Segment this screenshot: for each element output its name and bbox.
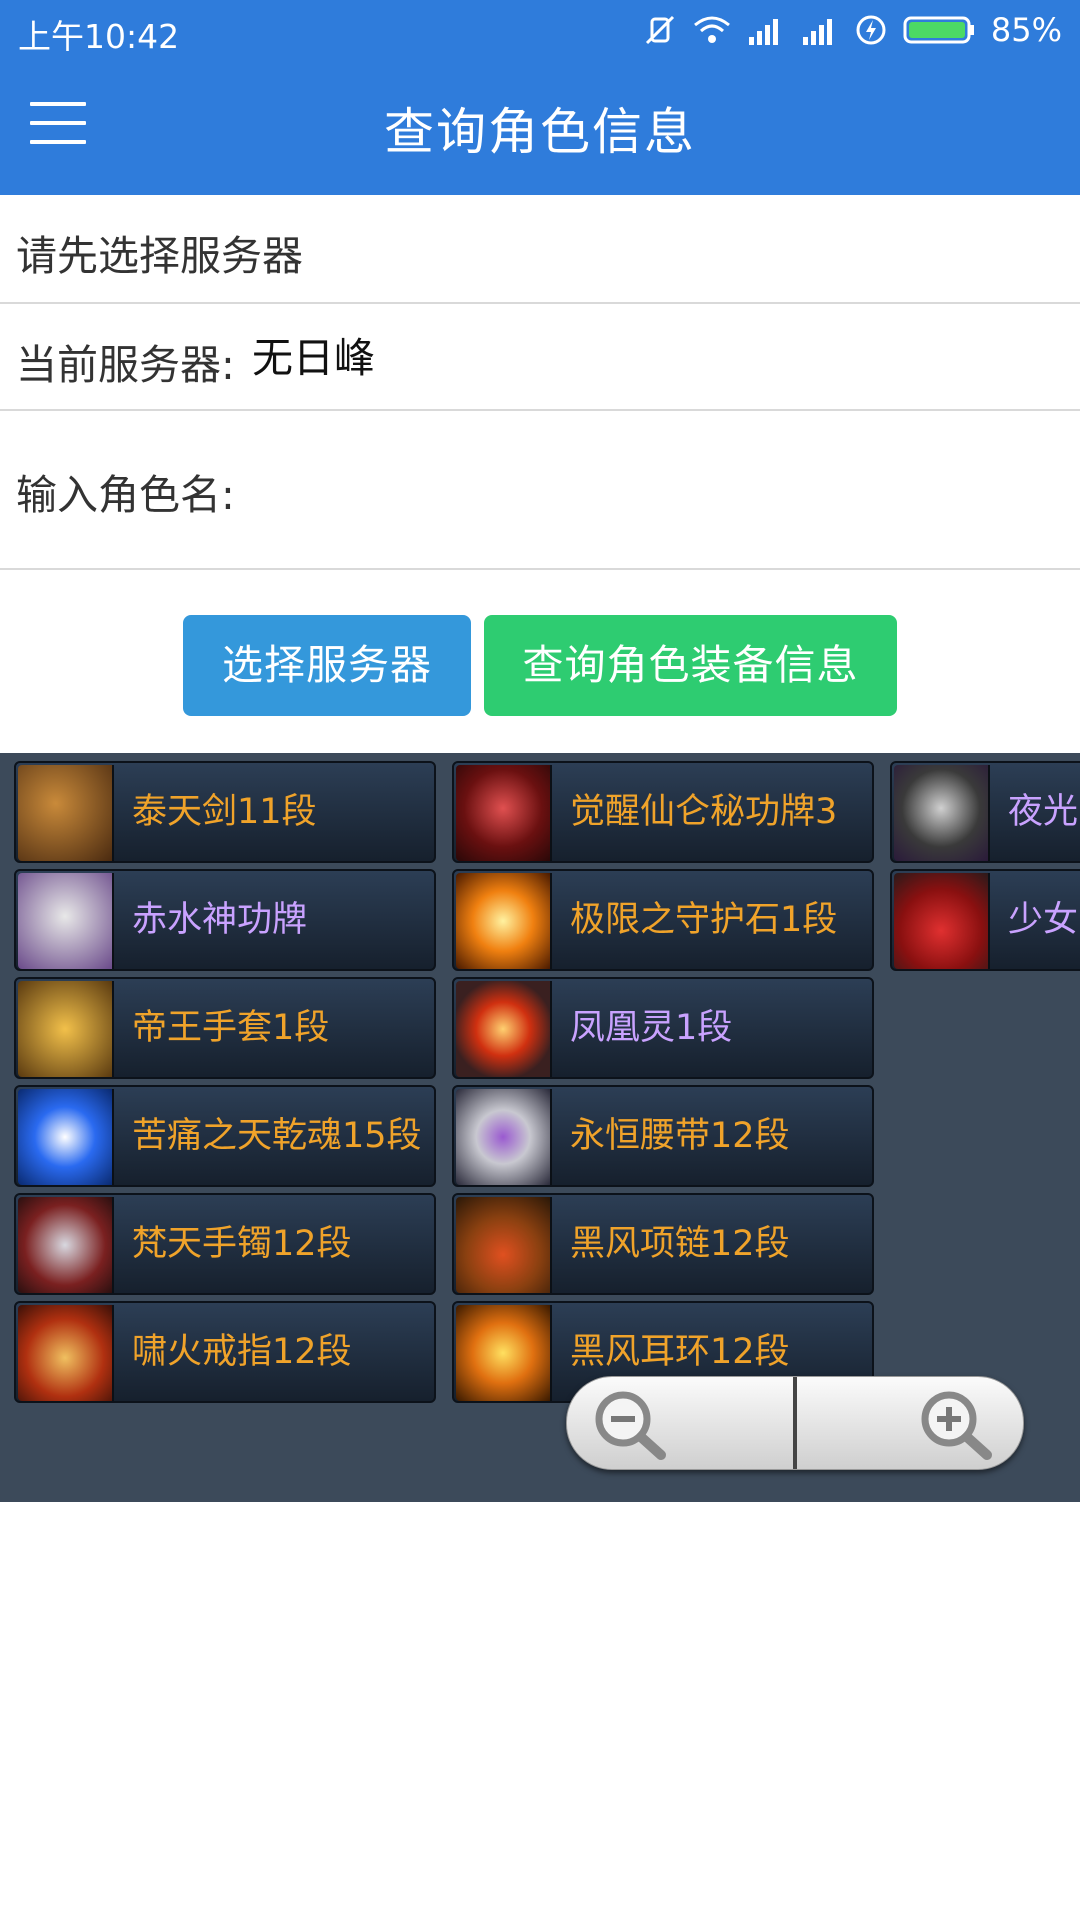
- necklace-icon: [456, 1197, 552, 1293]
- sword-icon: [18, 765, 114, 861]
- equipment-slot[interactable]: 极限之守护石1段: [452, 869, 874, 971]
- zoom-out-icon: [595, 1391, 666, 1460]
- status-time: 上午10:42: [18, 17, 180, 56]
- equipment-name: 凤凰灵1段: [570, 1008, 733, 1048]
- wifi-icon: [693, 15, 731, 45]
- equipment-slot[interactable]: 帝王手套1段: [14, 977, 436, 1079]
- hair-icon: [894, 765, 990, 861]
- equipment-name: 夜光: [1008, 792, 1079, 832]
- status-bar: 上午10:42 85%: [0, 0, 1080, 60]
- ring-icon: [18, 1305, 114, 1401]
- role-name-row: 输入角色名:: [0, 409, 1080, 570]
- signal-icon: [747, 15, 785, 45]
- equipment-name: 极限之守护石1段: [570, 900, 838, 940]
- equipment-name: 苦痛之天乾魂15段: [132, 1116, 422, 1156]
- equipment-slot[interactable]: 啸火戒指12段: [14, 1301, 436, 1403]
- server-prompt: 请先选择服务器: [16, 232, 303, 280]
- equipment-name: 啸火戒指12段: [132, 1332, 352, 1372]
- battery-percent: 85%: [990, 11, 1062, 49]
- zoom-in-icon: [921, 1391, 992, 1460]
- talisman-icon: [456, 765, 552, 861]
- outfit-icon: [894, 873, 990, 969]
- equipment-slot[interactable]: 黑风项链12段: [452, 1193, 874, 1295]
- equipment-slot[interactable]: 少女: [890, 869, 1080, 971]
- role-name-label: 输入角色名:: [16, 471, 235, 519]
- charging-icon: [855, 14, 887, 46]
- current-server-label: 当前服务器:: [16, 341, 235, 389]
- soul-orb-icon: [18, 1089, 114, 1185]
- signal-icon: [801, 15, 839, 45]
- belt-icon: [456, 1089, 552, 1185]
- equipment-slot[interactable]: 梵天手镯12段: [14, 1193, 436, 1295]
- status-icons: 85%: [643, 8, 1062, 52]
- mute-vibrate-icon: [643, 13, 677, 47]
- zoom-control: [566, 1376, 1024, 1470]
- equipment-name: 泰天剑11段: [132, 792, 317, 832]
- gem-icon: [456, 873, 552, 969]
- glove-icon: [18, 981, 114, 1077]
- earring-icon: [456, 1305, 552, 1401]
- equipment-name: 梵天手镯12段: [132, 1224, 352, 1264]
- equipment-name: 永恒腰带12段: [570, 1116, 790, 1156]
- equipment-slot[interactable]: 夜光: [890, 761, 1080, 863]
- page-title: 查询角色信息: [384, 103, 696, 161]
- zoom-in-button[interactable]: [797, 1377, 1023, 1469]
- equipment-name: 少女: [1008, 900, 1079, 940]
- role-name-input[interactable]: [240, 409, 1064, 570]
- select-server-button[interactable]: 选择服务器: [183, 615, 471, 716]
- equipment-slot[interactable]: 凤凰灵1段: [452, 977, 874, 1079]
- app-bar: 查询角色信息: [0, 60, 1080, 195]
- equipment-slot[interactable]: 赤水神功牌: [14, 869, 436, 971]
- zoom-out-button[interactable]: [567, 1377, 793, 1469]
- equipment-name: 觉醒仙仑秘功牌3: [570, 792, 838, 832]
- query-equipment-button[interactable]: 查询角色装备信息: [484, 615, 897, 716]
- equipment-slot[interactable]: 永恒腰带12段: [452, 1085, 874, 1187]
- server-prompt-row: 请先选择服务器: [0, 195, 1080, 304]
- equipment-slot[interactable]: 苦痛之天乾魂15段: [14, 1085, 436, 1187]
- badge-icon: [18, 873, 114, 969]
- bracelet-icon: [18, 1197, 114, 1293]
- battery-icon: [903, 15, 975, 45]
- current-server-value: 无日峰: [252, 334, 375, 382]
- equipment-slot[interactable]: 泰天剑11段: [14, 761, 436, 863]
- equipment-name: 黑风项链12段: [570, 1224, 790, 1264]
- equipment-name: 帝王手套1段: [132, 1008, 330, 1048]
- equipment-slot[interactable]: 觉醒仙仑秘功牌3: [452, 761, 874, 863]
- current-server-row: 当前服务器: 无日峰: [0, 302, 1080, 411]
- phoenix-orb-icon: [456, 981, 552, 1077]
- equipment-name: 赤水神功牌: [132, 900, 308, 940]
